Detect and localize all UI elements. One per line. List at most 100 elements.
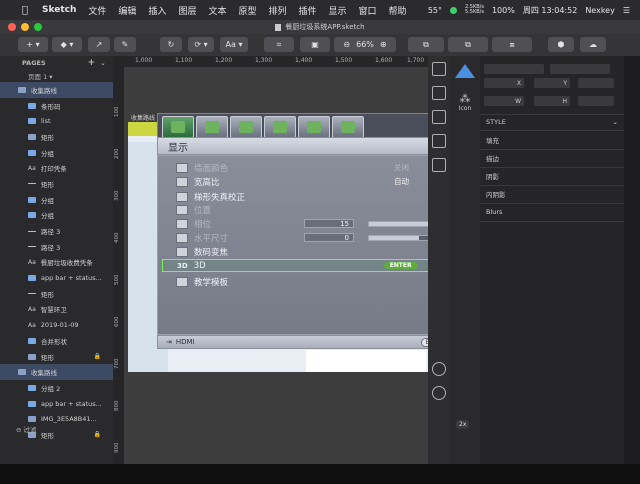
mirror-icon[interactable] <box>432 158 446 172</box>
layer-item[interactable]: 分组 <box>0 208 113 224</box>
layer-item[interactable]: Aa 打印凭条 <box>0 160 113 176</box>
frame-button[interactable]: ⌗ <box>264 37 294 52</box>
layer-item[interactable]: 矩形 <box>0 176 113 192</box>
layer-item[interactable]: app bar + status... <box>0 270 113 286</box>
add-page-icon[interactable]: + <box>88 58 96 68</box>
layer-item[interactable]: 分组 2 <box>0 380 113 396</box>
y-field[interactable]: Y <box>534 78 570 88</box>
artboard-icon[interactable] <box>432 62 446 76</box>
component-icon[interactable] <box>432 134 446 148</box>
pencil-button[interactable]: ✎ <box>114 37 136 52</box>
layer-item[interactable]: 分组 <box>0 192 113 208</box>
filter-field[interactable]: ⊖ 过滤 <box>16 424 37 434</box>
settings-icon[interactable] <box>432 386 446 400</box>
current-page[interactable]: 页面 1 ▾ <box>0 69 113 82</box>
menu-insert[interactable]: 插入 <box>148 4 166 17</box>
icon-plugin-button[interactable]: ⁂ Icon <box>450 92 480 112</box>
enter-badge[interactable]: ENTER <box>383 262 418 269</box>
export-button[interactable]: ⬢ <box>548 37 574 52</box>
menu-layer[interactable]: 图层 <box>178 4 196 17</box>
osd-tab-advanced[interactable] <box>298 116 330 138</box>
app-menu[interactable]: Sketch <box>42 5 76 15</box>
layer-item[interactable]: 路径 3 <box>0 223 113 239</box>
minimize-window-icon[interactable] <box>21 23 29 31</box>
extra-field[interactable] <box>578 78 614 88</box>
menu-plugins[interactable]: 插件 <box>299 4 317 17</box>
text-style-button[interactable]: Aa ▾ <box>220 37 248 52</box>
layer-item[interactable]: Aa 2019-01-09 <box>0 317 113 333</box>
layer-item[interactable]: list <box>0 113 113 129</box>
insert-button[interactable]: + ▾ <box>18 37 48 52</box>
layer-item[interactable]: 矩形 🔒 <box>0 349 113 365</box>
divider <box>480 167 624 168</box>
osd-row-label: 墙面颜色 <box>194 163 229 174</box>
menu-text[interactable]: 文本 <box>208 4 226 17</box>
menu-window[interactable]: 窗口 <box>359 4 377 17</box>
blurs-section[interactable]: Blurs <box>486 206 502 218</box>
layer-item[interactable]: app bar + status... <box>0 396 113 412</box>
osd-tab-picture[interactable] <box>196 116 228 138</box>
chevron-down-icon[interactable]: ⌄ <box>100 59 105 67</box>
combine-button[interactable]: ⧈ <box>492 37 532 52</box>
align-field-2[interactable] <box>550 64 610 74</box>
close-window-icon[interactable] <box>8 23 16 31</box>
rotate-button[interactable]: ↻ <box>160 37 182 52</box>
rotation-field[interactable] <box>578 96 614 106</box>
w-field[interactable]: W <box>484 96 524 106</box>
menu-help[interactable]: 帮助 <box>389 4 407 17</box>
lock-icon[interactable]: 🔒 <box>94 431 101 438</box>
zoom-control[interactable]: ⊖ 66% ⊕ <box>334 37 396 52</box>
hamburger-icon[interactable]: ☰ <box>623 6 630 15</box>
inner-shadow-section[interactable]: 内阴影 <box>486 188 506 200</box>
border-section[interactable]: 描边 <box>486 152 499 164</box>
view-button[interactable]: ▣ <box>300 37 330 52</box>
lock-icon[interactable]: 🔒 <box>94 353 101 360</box>
apple-icon[interactable]:  <box>22 5 28 16</box>
zoom-out-icon[interactable]: ⊖ <box>343 40 350 49</box>
layer-item[interactable]: Aa 智慧环卫 <box>0 302 113 318</box>
layer-item[interactable]: 路径 3 <box>0 239 113 255</box>
upload-icon[interactable] <box>432 86 446 100</box>
flip-button[interactable]: ⟳ ▾ <box>188 37 214 52</box>
osd-tab-settings[interactable] <box>230 116 262 138</box>
layer-item[interactable]: 矩形 <box>0 286 113 302</box>
layers-button[interactable]: ◆ ▾ <box>52 37 82 52</box>
zoom-window-icon[interactable] <box>34 23 42 31</box>
x-field[interactable]: X <box>484 78 524 88</box>
osd-tab-display[interactable] <box>162 116 194 138</box>
menu-edit[interactable]: 编辑 <box>118 4 136 17</box>
ungroup-button[interactable]: ⧉ <box>448 37 488 52</box>
cloud-button[interactable]: ☁ <box>580 37 606 52</box>
layer-item[interactable]: 矩形 <box>0 129 113 145</box>
sketch-logo-icon[interactable] <box>455 64 475 78</box>
layer-item[interactable]: 分组 <box>0 145 113 161</box>
zoom-badge[interactable]: 2x <box>456 420 470 429</box>
osd-tab-system[interactable] <box>264 116 296 138</box>
layer-item[interactable]: 收集路线 <box>0 364 113 381</box>
edit-button[interactable]: ↗ <box>88 37 110 52</box>
shadow-section[interactable]: 阴影 <box>486 170 499 182</box>
h-field[interactable]: H <box>534 96 570 106</box>
artboard-label[interactable]: 收集路线 <box>131 113 155 122</box>
user-menu[interactable]: Nexkey <box>585 6 615 15</box>
chevron-down-icon[interactable]: ⌄ <box>613 118 618 126</box>
align-field[interactable] <box>484 64 544 74</box>
preview-icon[interactable] <box>432 362 446 376</box>
menu-arrange[interactable]: 排列 <box>268 4 286 17</box>
window-titlebar: 餐厨垃圾系统APP.sketch <box>0 20 640 34</box>
menu-view[interactable]: 显示 <box>329 4 347 17</box>
layer-item[interactable]: Aa 餐厨垃圾收费凭条 <box>0 255 113 271</box>
folder-icon <box>28 384 36 391</box>
layer-item[interactable]: 条形码 <box>0 98 113 114</box>
library-icon[interactable] <box>432 110 446 124</box>
zoom-in-icon[interactable]: ⊕ <box>380 40 387 49</box>
group-button[interactable]: ⧉ <box>408 37 444 52</box>
menu-prototype[interactable]: 原型 <box>238 4 256 17</box>
osd-tab-info[interactable] <box>332 116 364 138</box>
osd-row-label: 数码变焦 <box>194 247 229 258</box>
layer-item[interactable]: 合并形状 <box>0 333 113 349</box>
fill-section[interactable]: 填充 <box>486 134 499 146</box>
grid-icon: ⁂ <box>459 92 471 105</box>
menu-file[interactable]: 文件 <box>88 4 106 17</box>
layer-item[interactable]: 收集路线 <box>0 82 113 98</box>
